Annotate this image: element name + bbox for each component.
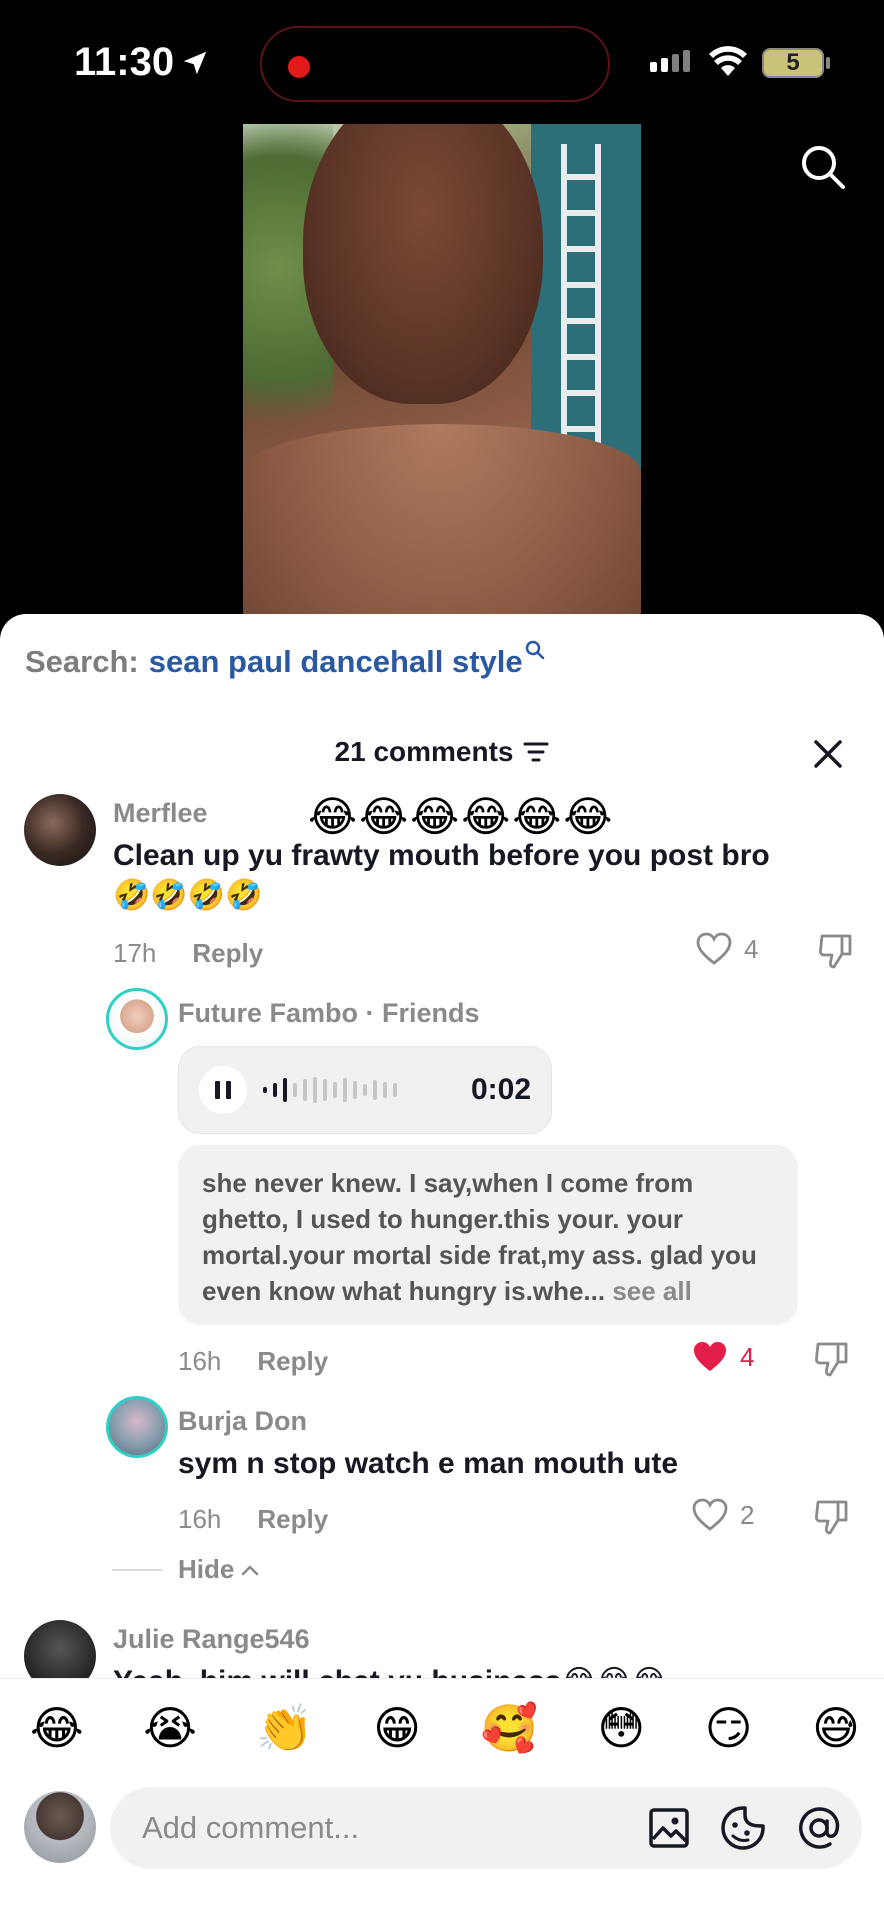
like-button[interactable]: 2 [692, 1498, 754, 1532]
like-button[interactable]: 4 [696, 932, 758, 966]
reply-button[interactable]: Reply [257, 1504, 328, 1535]
voice-duration: 0:02 [470, 1073, 531, 1106]
search-suggestion-term[interactable]: sean paul dancehall style [149, 644, 523, 680]
quick-emoji-bar: 😂 😭 👏 😁 🥰 😳 😏 😅 [30, 1701, 860, 1756]
like-button[interactable]: 4 [692, 1340, 754, 1374]
like-count: 2 [740, 1499, 755, 1530]
search-icon[interactable] [800, 144, 846, 190]
emoji-joy[interactable]: 😂 [30, 1701, 84, 1756]
see-all-link[interactable]: see all [612, 1276, 692, 1306]
reply-button[interactable]: Reply [257, 1346, 328, 1377]
hide-divider [112, 1568, 162, 1571]
hide-replies-button[interactable]: Hide [112, 1554, 260, 1585]
comment-username[interactable]: Burja Don [178, 1406, 307, 1437]
my-avatar [24, 1791, 96, 1863]
dislike-icon[interactable] [814, 1340, 850, 1378]
video-person-face [303, 124, 543, 404]
emoji-sweat-smile[interactable]: 😅 [812, 1701, 860, 1756]
dislike-icon[interactable] [814, 1498, 850, 1536]
comment-input-container[interactable] [110, 1787, 862, 1869]
dislike-icon[interactable] [818, 932, 854, 970]
comment-input-row [24, 1787, 864, 1869]
input-actions [648, 1805, 842, 1851]
battery-icon: 5 [762, 48, 824, 78]
close-icon[interactable] [808, 734, 848, 774]
emoji-smirk[interactable]: 😏 [705, 1701, 753, 1756]
emoji-sob[interactable]: 😭 [143, 1701, 197, 1756]
comment-meta: 16h Reply [178, 1504, 328, 1535]
emoji-smiling-hearts[interactable]: 🥰 [481, 1701, 538, 1756]
avatar[interactable] [106, 988, 168, 1050]
recording-indicator-icon [288, 56, 310, 78]
status-bar: 11:30 5 [0, 0, 884, 120]
emoji-clap[interactable]: 👏 [256, 1701, 313, 1756]
search-suggestion[interactable]: Search: sean paul dancehall style [25, 640, 545, 680]
video-player[interactable] [243, 124, 641, 614]
battery-tip [826, 57, 830, 69]
emoji-grin[interactable]: 😁 [373, 1701, 421, 1756]
comment-meta: 17h Reply [113, 938, 263, 969]
location-arrow-icon [183, 51, 207, 74]
comment-time: 16h [178, 1346, 222, 1376]
avatar[interactable] [24, 794, 96, 866]
video-person-body [243, 424, 641, 614]
floating-emojis: 😂😂😂😂😂😂 [308, 793, 615, 840]
comment-time: 16h [178, 1504, 222, 1534]
comment-count[interactable]: 21 comments [335, 736, 550, 768]
heart-outline-icon [696, 932, 732, 965]
comments-header: 21 comments [0, 724, 884, 784]
avatar[interactable] [106, 1396, 168, 1458]
comment-input[interactable] [142, 1810, 582, 1846]
comment-composer: 😂 😭 👏 😁 🥰 😳 😏 😅 [0, 1678, 884, 1920]
comment-username[interactable]: Julie Range546 [113, 1624, 310, 1655]
comment-username[interactable]: Merflee [113, 798, 208, 829]
reply-button[interactable]: Reply [192, 938, 263, 969]
sticker-icon[interactable] [720, 1805, 766, 1851]
search-suggestion-label: Search: [25, 644, 139, 679]
voice-message-player[interactable]: 0:02 [178, 1046, 552, 1134]
like-count: 4 [744, 933, 759, 964]
comment-meta: 16h Reply [178, 1346, 328, 1377]
cellular-signal-icon [650, 50, 690, 72]
emoji-flushed[interactable]: 😳 [597, 1701, 645, 1756]
audio-waveform [263, 1077, 397, 1103]
pause-icon[interactable] [199, 1066, 247, 1114]
heart-filled-icon [694, 1342, 726, 1371]
friends-badge: · Friends [365, 998, 480, 1028]
voice-transcript[interactable]: she never knew. I say,when I come from g… [178, 1145, 798, 1325]
status-time: 11:30 [74, 40, 210, 85]
like-count: 4 [740, 1341, 755, 1372]
sort-filter-icon[interactable] [523, 741, 549, 763]
comment-time: 17h [113, 938, 157, 968]
search-small-icon [525, 640, 544, 660]
image-icon[interactable] [648, 1807, 690, 1849]
comment-text: Clean up yu frawty mouth before you post… [113, 839, 770, 912]
mention-icon[interactable] [796, 1805, 842, 1851]
heart-outline-icon [692, 1498, 728, 1531]
comment-text: sym n stop watch e man mouth ute [178, 1447, 679, 1480]
chevron-up-icon [242, 1564, 259, 1575]
comment-username[interactable]: Future Fambo · Friends [178, 998, 480, 1029]
dynamic-island [260, 26, 610, 102]
wifi-icon [709, 46, 747, 76]
